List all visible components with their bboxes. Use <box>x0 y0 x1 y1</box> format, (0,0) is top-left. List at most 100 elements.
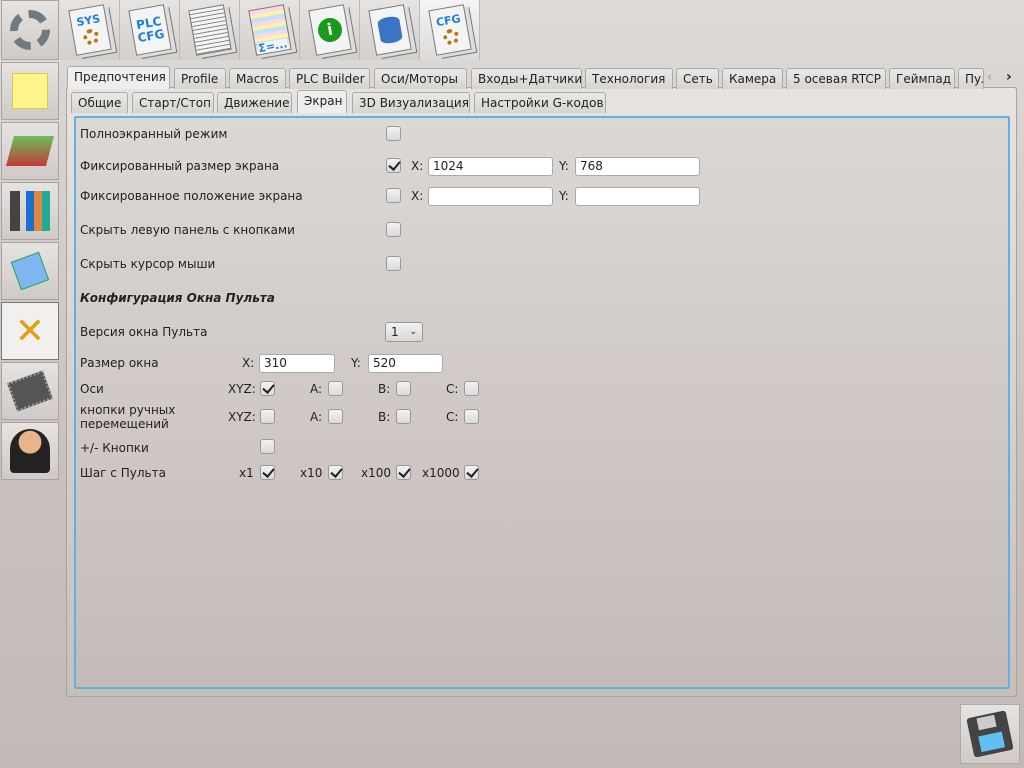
hide-cursor-checkbox[interactable] <box>386 256 401 271</box>
plus-minus-buttons-checkbox[interactable] <box>260 439 275 454</box>
tab-preferences[interactable]: Предпочтения <box>67 66 170 89</box>
jog-xyz-checkbox[interactable] <box>260 409 275 424</box>
jog-a-checkbox[interactable] <box>328 409 343 424</box>
tab-5axis-rtcp[interactable]: 5 осевая RTCP <box>786 68 886 89</box>
fixed-position-x-label: X: <box>411 189 424 203</box>
mycnc-icon <box>10 251 50 291</box>
user-icon <box>10 429 50 473</box>
subtab-screen[interactable]: Экран <box>297 90 347 113</box>
jog-a-label: A: <box>310 410 323 424</box>
tab-pendant[interactable]: Пул <box>958 68 984 89</box>
axes-b-label: B: <box>378 382 391 396</box>
step-x10-checkbox[interactable] <box>328 465 343 480</box>
scroll-right-icon[interactable]: › <box>1006 69 1012 85</box>
window-size-x-input[interactable]: 310 <box>259 354 335 373</box>
fixed-size-x-input[interactable]: 1024 <box>428 157 553 176</box>
jog-b-label: B: <box>378 410 391 424</box>
window-size-label: Размер окна <box>80 356 159 370</box>
variables-button[interactable]: Σ=... <box>240 0 300 60</box>
jog-c-checkbox[interactable] <box>464 409 479 424</box>
pendant-version-value: 1 <box>391 325 399 339</box>
subtab-start-stop[interactable]: Старт/Стоп <box>132 92 214 113</box>
tab-technology[interactable]: Технология <box>585 68 673 89</box>
plc-cfg-icon-text: PLC CFG <box>134 14 165 46</box>
step-x100-checkbox[interactable] <box>396 465 411 480</box>
fixed-size-checkbox[interactable] <box>386 158 401 173</box>
fixed-position-y-input[interactable] <box>575 187 700 206</box>
note-pencil-icon <box>12 73 48 109</box>
tab-inputs-sensors[interactable]: Входы+Датчики <box>471 68 582 89</box>
axes-a-checkbox[interactable] <box>328 381 343 396</box>
plc-cfg-doc-icon: PLC CFG <box>127 4 172 56</box>
sys-icon-text: SYS <box>74 12 101 30</box>
database-button[interactable] <box>360 0 420 60</box>
plus-minus-buttons-label: +/- Кнопки <box>80 441 149 455</box>
user-button[interactable] <box>1 422 59 480</box>
sum-icon-text: Σ=... <box>256 37 288 56</box>
fullscreen-checkbox[interactable] <box>386 126 401 141</box>
notes-button[interactable] <box>1 62 59 120</box>
tab-axes-motors[interactable]: Оси/Моторы <box>374 68 467 89</box>
sys-gear-doc-icon: SYS <box>67 4 112 56</box>
step-x1000-checkbox[interactable] <box>464 465 479 480</box>
jog-xyz-label: XYZ: <box>228 410 256 424</box>
plc-cfg-button[interactable]: PLC CFG <box>120 0 180 60</box>
floppy-disk-icon <box>966 710 1014 758</box>
tab-profile[interactable]: Profile <box>174 68 226 89</box>
window-size-y-label: Y: <box>351 356 361 370</box>
scroll-left-icon[interactable]: ‹ <box>987 70 992 85</box>
pendant-step-label: Шаг с Пульта <box>80 466 166 480</box>
mycnc-button[interactable] <box>1 242 59 300</box>
pendant-version-label: Версия окна Пульта <box>80 325 208 339</box>
sum-table-icon: Σ=... <box>247 4 292 56</box>
window-size-y-input[interactable]: 520 <box>368 354 443 373</box>
save-button[interactable] <box>960 704 1020 764</box>
pendant-version-select[interactable]: 1 ⌄ <box>385 322 423 342</box>
info-icon: i <box>307 4 352 56</box>
step-x1-checkbox[interactable] <box>260 465 275 480</box>
tab-camera[interactable]: Камера <box>722 68 783 89</box>
configuration-button[interactable]: ✕ <box>1 302 59 360</box>
document-button[interactable] <box>180 0 240 60</box>
tools-chart-button[interactable] <box>1 182 59 240</box>
jog-c-label: C: <box>446 410 459 424</box>
axes-c-checkbox[interactable] <box>464 381 479 396</box>
subtab-general[interactable]: Общие <box>71 92 128 113</box>
step-x100-label: x100 <box>361 466 392 480</box>
chip-button[interactable] <box>1 362 59 420</box>
axes-label: Оси <box>80 382 104 396</box>
jog-b-checkbox[interactable] <box>396 409 411 424</box>
tab-network[interactable]: Сеть <box>676 68 719 89</box>
cfg-button[interactable]: CFG <box>420 0 480 60</box>
settings-gear-button[interactable] <box>1 0 59 60</box>
axes-xyz-checkbox[interactable] <box>260 381 275 396</box>
wrench-screwdriver-icon: ✕ <box>14 310 46 352</box>
fixed-position-x-input[interactable] <box>428 187 553 206</box>
books-button[interactable] <box>1 122 59 180</box>
axes-c-label: C: <box>446 382 459 396</box>
info-button[interactable]: i <box>300 0 360 60</box>
window-size-x-label: X: <box>242 356 255 370</box>
fullscreen-label: Полноэкранный режим <box>80 127 228 141</box>
axes-b-checkbox[interactable] <box>396 381 411 396</box>
step-x1-label: x1 <box>239 466 254 480</box>
tab-gamepad[interactable]: Геймпад <box>889 68 955 89</box>
hide-cursor-label: Скрыть курсор мыши <box>80 257 216 271</box>
sys-config-button[interactable]: SYS <box>60 0 120 60</box>
cfg-icon-text: CFG <box>434 12 462 30</box>
pendant-config-heading: Конфигурация Окна Пульта <box>80 291 275 305</box>
subtab-gcode-settings[interactable]: Настройки G-кодов <box>474 92 606 113</box>
axes-xyz-label: XYZ: <box>228 382 256 396</box>
step-x10-label: x10 <box>300 466 323 480</box>
subtab-motion[interactable]: Движение <box>217 92 292 113</box>
tab-macros[interactable]: Macros <box>229 68 286 89</box>
hide-left-panel-checkbox[interactable] <box>386 222 401 237</box>
cfg-gear-doc-icon: CFG <box>427 4 472 56</box>
jog-buttons-label: кнопки ручных перемещений <box>80 403 176 429</box>
fixed-size-y-label: Y: <box>559 159 569 173</box>
fixed-position-checkbox[interactable] <box>386 188 401 203</box>
tab-plc-builder[interactable]: PLC Builder <box>289 68 370 89</box>
subtab-3d-visualization[interactable]: 3D Визуализация <box>352 92 470 113</box>
fixed-position-y-label: Y: <box>559 189 569 203</box>
fixed-size-y-input[interactable]: 768 <box>575 157 700 176</box>
